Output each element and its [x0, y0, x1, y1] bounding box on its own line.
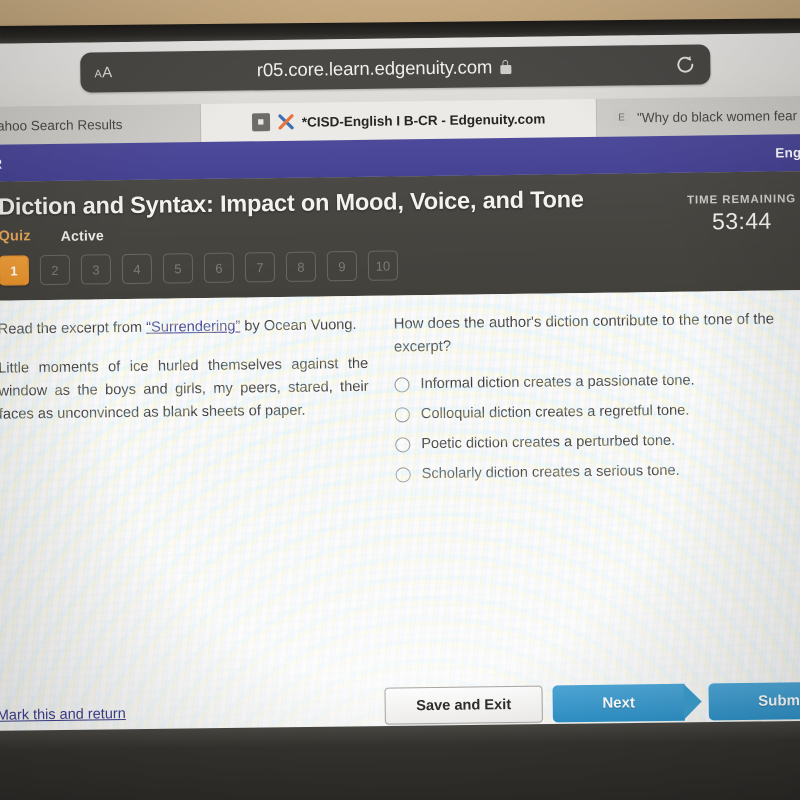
question-prompt: How does the author's diction contribute… [393, 311, 775, 356]
tab-article[interactable]: E "Why do black women fear the [596, 95, 800, 137]
answer-label-a: Informal diction creates a passionate to… [420, 372, 695, 393]
next-button[interactable]: Next [552, 683, 685, 723]
lock-icon [500, 59, 512, 75]
language-indicator[interactable]: English [775, 145, 800, 161]
quiz-status-label: Active [60, 227, 105, 244]
radio-button-d[interactable] [395, 467, 411, 483]
close-box-icon[interactable]: ■ [251, 113, 270, 132]
page-title: Diction and Syntax: Impact on Mood, Voic… [0, 186, 584, 220]
answer-option-b[interactable]: Colloquial diction creates a regretful t… [394, 400, 800, 425]
submit-button[interactable]: Submit [708, 681, 800, 721]
passage-intro: Read the excerpt from “Surrendering” by … [0, 314, 368, 342]
passage-excerpt: Little moments of ice hurled themselves … [0, 355, 369, 423]
question-nav-2[interactable]: 2 [39, 254, 71, 286]
timer: TIME REMAINING 53:44 [687, 193, 797, 235]
address-bar[interactable]: AA r05.core.learn.edgenuity.com [80, 44, 711, 93]
timer-value: 53:44 [711, 207, 772, 235]
answer-option-d[interactable]: Scholarly diction creates a serious tone… [395, 460, 800, 485]
mark-and-return-link[interactable]: Mark this and return [0, 706, 126, 724]
answer-label-c: Poetic diction creates a perturbed tone. [421, 432, 676, 453]
question-nav-10[interactable]: 10 [367, 250, 399, 281]
answer-option-a[interactable]: Informal diction creates a passionate to… [394, 370, 800, 395]
answer-label-d: Scholarly diction creates a serious tone… [421, 462, 680, 483]
question-nav-9[interactable]: 9 [326, 250, 358, 282]
passage-column: Read the excerpt from “Surrendering” by … [0, 314, 370, 501]
url-display[interactable]: r05.core.learn.edgenuity.com [94, 54, 675, 84]
question-nav-3[interactable]: 3 [80, 254, 112, 285]
answer-label-b: Colloquial diction creates a regretful t… [420, 402, 690, 423]
answer-options: Informal diction creates a passionate to… [394, 370, 800, 485]
quiz-header: Diction and Syntax: Impact on Mood, Voic… [0, 170, 800, 301]
radio-button-a[interactable] [394, 377, 410, 393]
tab-title: *CISD-English I B-CR - Edgenuity.com [301, 111, 546, 130]
tablet-bezel-bottom [0, 720, 800, 800]
tab-edgenuity[interactable]: ■ *CISD-English I B-CR - Edgenuity.com [200, 98, 598, 143]
quiz-meta: Quiz Active [0, 218, 800, 245]
tab-yahoo-search-results[interactable]: Yahoo Search Results [0, 104, 202, 145]
save-and-exit-button[interactable]: Save and Exit [384, 685, 543, 725]
tab-title: Yahoo Search Results [0, 116, 123, 134]
quiz-type-label: Quiz [0, 228, 31, 245]
question-nav-1[interactable]: 1 [0, 255, 30, 286]
tab-title: "Why do black women fear the [636, 107, 800, 125]
radio-button-c[interactable] [395, 437, 411, 453]
question-nav-7[interactable]: 7 [244, 252, 276, 283]
breadcrumb[interactable]: CR [0, 155, 2, 171]
edgenuity-x-icon [278, 114, 294, 130]
url-text: r05.core.learn.edgenuity.com [256, 56, 493, 81]
question-nav-8[interactable]: 8 [285, 251, 317, 282]
question-navigator: 1 2 3 4 5 6 7 8 9 10 [0, 245, 800, 286]
tablet-screen: AA r05.core.learn.edgenuity.com Yahoo Se… [0, 32, 800, 744]
question-layout: Read the excerpt from “Surrendering” by … [0, 290, 800, 501]
excerpt-link[interactable]: “Surrendering” [146, 319, 240, 336]
e-favicon: E [612, 108, 631, 127]
question-nav-4[interactable]: 4 [121, 253, 153, 285]
quiz-content: Read the excerpt from “Surrendering” by … [0, 289, 800, 744]
question-nav-5[interactable]: 5 [162, 253, 194, 284]
browser-toolbar: AA r05.core.learn.edgenuity.com [0, 32, 800, 107]
passage-intro-after: by Ocean Vuong. [240, 316, 357, 335]
radio-button-b[interactable] [394, 407, 410, 423]
timer-label: TIME REMAINING [686, 193, 797, 207]
question-nav-6[interactable]: 6 [203, 252, 235, 283]
answer-option-c[interactable]: Poetic diction creates a perturbed tone. [395, 430, 800, 455]
passage-intro-before: Read the excerpt from [0, 319, 147, 338]
tablet-photo: AA r05.core.learn.edgenuity.com Yahoo Se… [0, 0, 800, 800]
reload-icon[interactable] [674, 54, 696, 76]
question-column: How does the author's diction contribute… [394, 308, 800, 496]
